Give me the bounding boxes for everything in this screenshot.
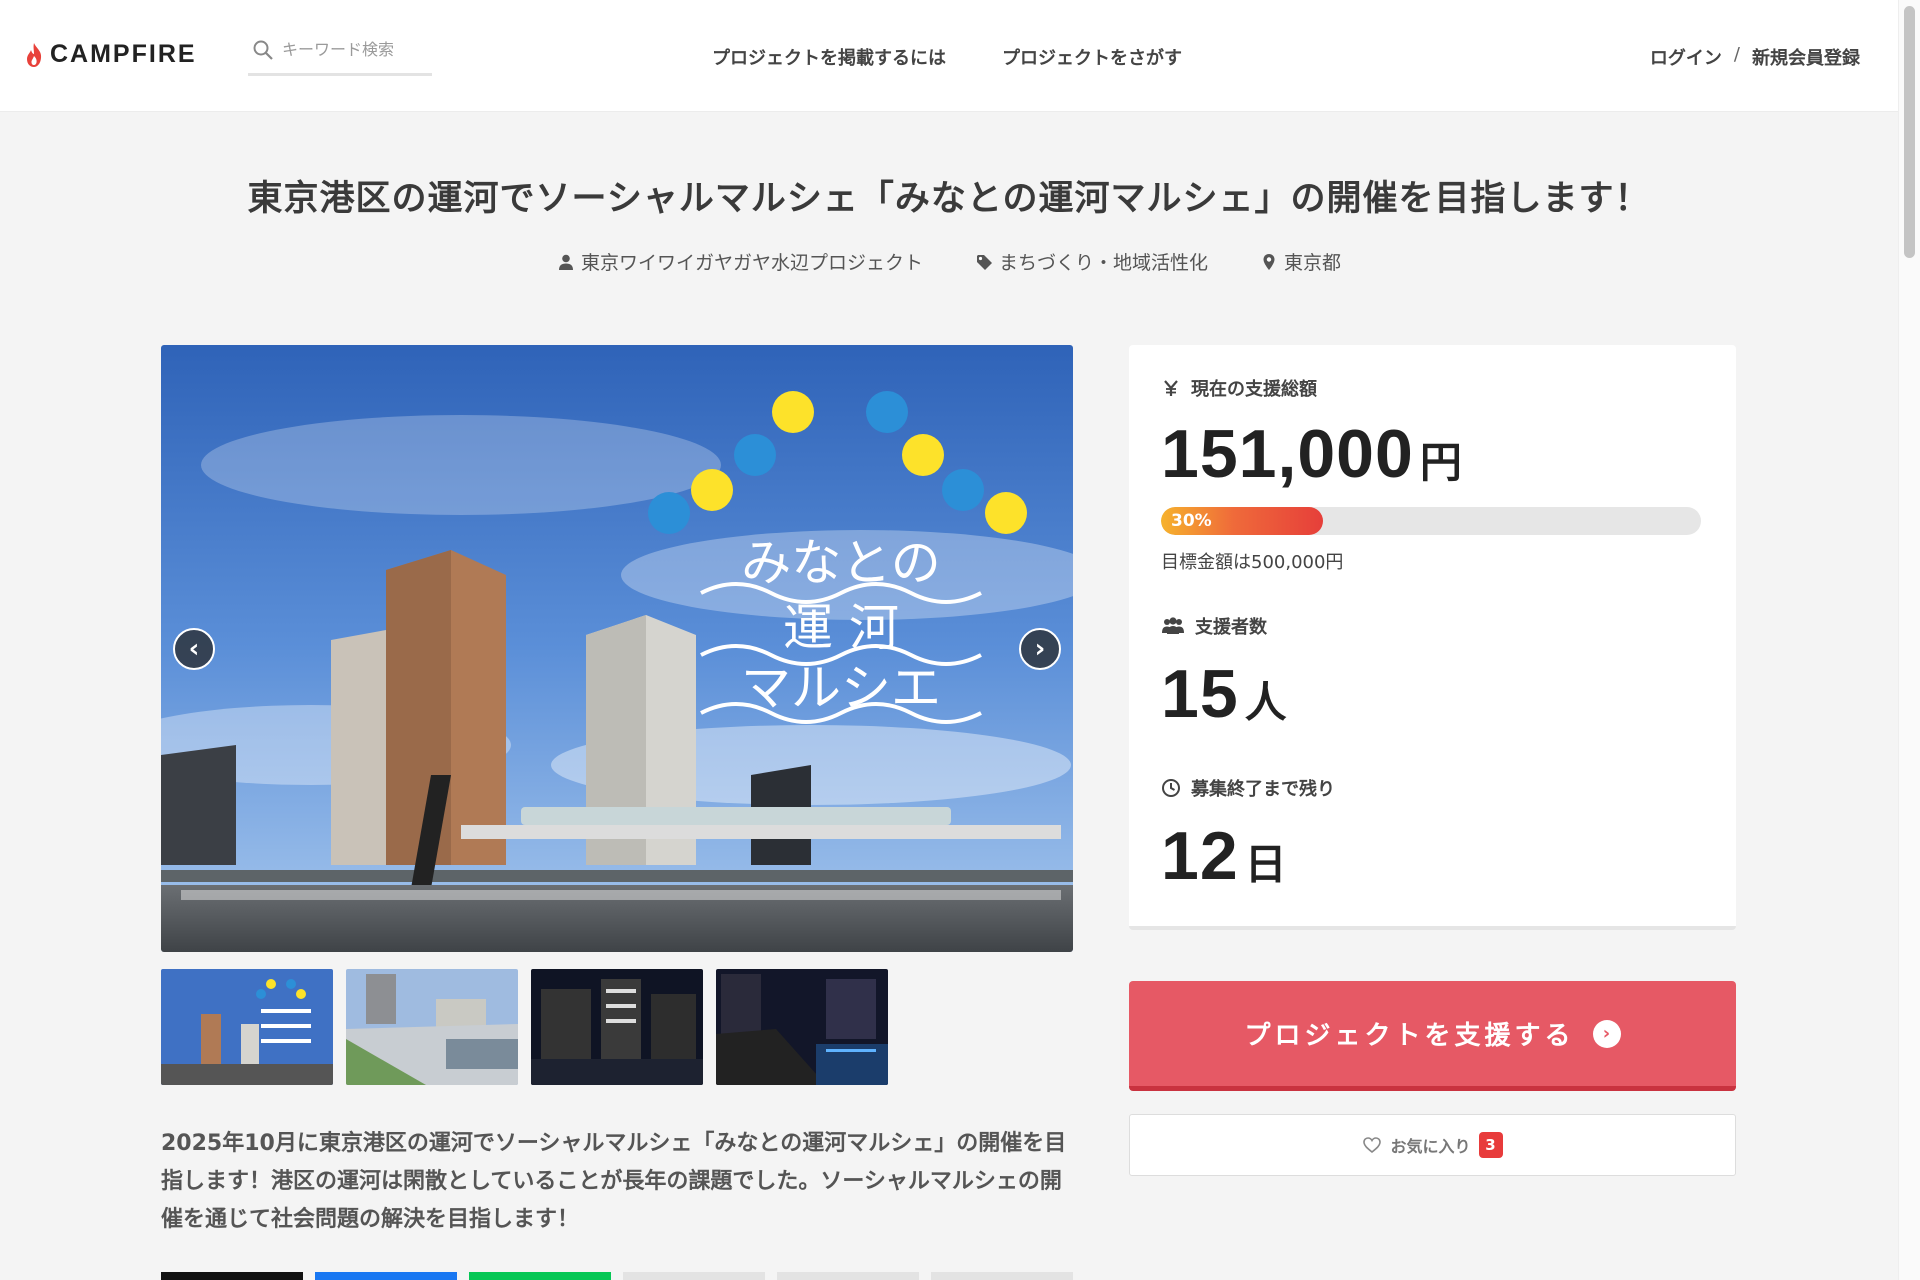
thumbnail-3-image (531, 969, 703, 1085)
slider-prev-button[interactable]: ‹ (173, 628, 215, 670)
support-project-button[interactable]: プロジェクトを支援する › (1129, 981, 1736, 1091)
heart-icon (1363, 1137, 1382, 1154)
hero-logo-line-3: マルシエ (741, 659, 941, 717)
progress-percent: 30% (1171, 511, 1212, 531)
total-amount: 151,000 円 (1161, 415, 1463, 493)
favorite-count-badge: 3 (1478, 1132, 1503, 1158)
share-buttons (161, 1272, 1073, 1280)
share-button-6[interactable] (931, 1272, 1073, 1280)
funding-stats-card: 現在の支援総額 151,000 円 30% 目標金額は500,000円 支援者数 … (1129, 345, 1736, 930)
funding-progress-bar: 30% (1161, 507, 1701, 535)
flame-icon (27, 42, 42, 67)
scrollbar-thumb[interactable] (1904, 6, 1915, 258)
page-scrollbar[interactable] (1898, 0, 1920, 1280)
login-link[interactable]: ログイン (1650, 44, 1722, 70)
funding-progress-fill: 30% (1161, 507, 1323, 535)
share-line-button[interactable] (469, 1272, 611, 1280)
backers-count-unit: 人 (1244, 678, 1288, 727)
project-category[interactable]: まちづくり・地域活性化 (975, 248, 1208, 275)
project-meta: 東京ワイワイガヤガヤ水辺プロジェクト まちづくり・地域活性化 東京都 (0, 248, 1898, 275)
remaining-days-unit: 日 (1244, 840, 1288, 889)
image-thumbnails (161, 969, 888, 1085)
backers-count-value: 15 (1161, 656, 1239, 732)
support-button-label: プロジェクトを支援する (1244, 1021, 1575, 1051)
remaining-label: 募集終了まで残り (1161, 775, 1335, 801)
project-owner[interactable]: 東京ワイワイガヤガヤ水辺プロジェクト (557, 248, 923, 275)
backers-label: 支援者数 (1161, 613, 1267, 639)
slider-next-button[interactable]: › (1019, 628, 1061, 670)
project-title: 東京港区の運河でソーシャルマルシェ「みなとの運河マルシェ」の開催を目指します！ (247, 179, 1651, 219)
search-box[interactable] (248, 36, 432, 76)
hero-logo-line-2: 運 河 (783, 599, 899, 657)
backers-count: 15 人 (1161, 655, 1288, 733)
arrow-right-icon: › (1592, 1019, 1621, 1048)
total-amount-unit: 円 (1419, 438, 1463, 487)
hero-photo: みなとの 運 河 マルシエ (161, 345, 1073, 952)
logo-text: CAMPFIRE (50, 40, 197, 68)
project-main-image[interactable]: みなとの 運 河 マルシエ (161, 345, 1073, 952)
location-pin-icon (1263, 253, 1275, 270)
remaining-label-text: 募集終了まで残り (1191, 779, 1335, 800)
share-button-4[interactable] (623, 1272, 765, 1280)
search-icon (253, 40, 273, 60)
backers-label-text: 支援者数 (1195, 617, 1267, 638)
nav-find-project[interactable]: プロジェクトをさがす (1002, 44, 1182, 70)
nav-post-project[interactable]: プロジェクトを掲載するには (712, 44, 946, 70)
thumbnail-4[interactable] (716, 969, 888, 1085)
auth-links: ログイン / 新規会員登録 (1650, 44, 1860, 70)
favorite-label: お気に入り (1390, 1137, 1471, 1156)
thumbnail-1[interactable] (161, 969, 333, 1085)
people-icon (1162, 617, 1184, 634)
thumbnail-2-image (346, 969, 518, 1085)
hero-logo-line-1: みなとの (741, 534, 941, 592)
total-label-text: 現在の支援総額 (1191, 379, 1317, 400)
total-label: 現在の支援総額 (1161, 375, 1317, 401)
thumbnail-1-image (161, 969, 333, 1085)
tag-icon (976, 254, 992, 270)
category-name: まちづくり・地域活性化 (998, 252, 1208, 274)
location-name: 東京都 (1284, 252, 1342, 274)
goal-amount: 目標金額は500,000円 (1161, 552, 1344, 573)
share-facebook-button[interactable] (315, 1272, 457, 1280)
auth-separator: / (1733, 44, 1740, 65)
project-description: 2025年10月に東京港区の運河でソーシャルマルシェ「みなとの運河マルシェ」の開… (161, 1131, 1067, 1232)
remaining-days-value: 12 (1161, 818, 1239, 894)
thumbnail-4-image (716, 969, 888, 1085)
campfire-logo[interactable]: CAMPFIRE (24, 40, 197, 69)
clock-icon (1162, 779, 1180, 797)
site-header: CAMPFIRE プロジェクトを掲載するには プロジェクトをさがす ログイン /… (0, 0, 1898, 112)
register-link[interactable]: 新規会員登録 (1752, 44, 1860, 70)
thumbnail-2[interactable] (346, 969, 518, 1085)
total-amount-value: 151,000 (1161, 416, 1414, 492)
project-location[interactable]: 東京都 (1260, 248, 1341, 275)
user-icon (558, 254, 573, 270)
owner-name: 東京ワイワイガヤガヤ水辺プロジェクト (580, 252, 923, 274)
search-input[interactable] (282, 40, 432, 59)
remaining-days: 12 日 (1161, 817, 1288, 895)
share-x-button[interactable] (161, 1272, 303, 1280)
share-button-5[interactable] (777, 1272, 919, 1280)
favorite-button[interactable]: お気に入り 3 (1129, 1114, 1736, 1176)
thumbnail-3[interactable] (531, 969, 703, 1085)
yen-icon (1164, 380, 1178, 396)
